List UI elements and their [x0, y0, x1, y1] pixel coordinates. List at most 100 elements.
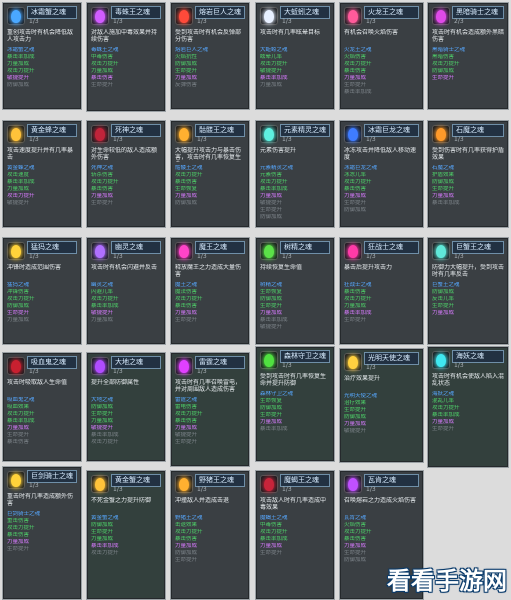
- soul-description: 攻击时有机会闪避并反击: [91, 264, 158, 271]
- soul-stat-line: 元素精灵之魂: [260, 165, 294, 171]
- soul-card-header: 巨蟹王之魂 1/3: [430, 240, 506, 264]
- soul-stat-line: 暴击伤害: [175, 303, 198, 309]
- soul-card[interactable]: 骷髅王之魂1/3大幅提升攻击力与暴击伤害，攻击时有几率恢复生命骷髅王之魂攻击力提…: [170, 120, 250, 228]
- soul-card[interactable]: 火龙王之魂 1/3 有机会召唤火焰伤害 火龙王之魂 火焰伤害 攻击力提升 暴击伤害 力量加成生…: [339, 2, 424, 110]
- flame-glyph: [179, 478, 189, 491]
- soul-stat-line: 力量加成: [175, 425, 198, 431]
- soul-stat-line: 生命提升: [260, 550, 283, 556]
- soul-stat-line: 力量加成: [432, 419, 455, 425]
- soul-stat-line: 暴击伤害: [91, 186, 114, 192]
- soul-stat-line: 力量加成: [175, 543, 198, 549]
- soul-card[interactable]: 树精之魂 1/3 持续恢复生命值 树精之魂 生命恢复 防御加成 生命提升 力量加成 暴击率加成敏…: [255, 237, 335, 345]
- soul-stat-line: 力量加成: [260, 419, 283, 425]
- soul-stat-line: 防御加成: [7, 82, 30, 88]
- soul-stat-line: 暴击率加成: [432, 412, 460, 418]
- soul-card[interactable]: 森林守卫之魂 1/3 受到攻击时有几率恢复生命并提升防御 森林守卫之魂 生命恢复 防御加成…: [255, 346, 335, 462]
- soul-card[interactable]: 石魔之魂 1/3 受到伤害时有几率获得护盾效果 石魔之魂 护盾效果 防御加成 生命提升 力量加…: [427, 120, 509, 228]
- soul-card[interactable]: 大地之魂 1/3 提升全部防御属性 大地之魂 防御加成 生命提升 力量加成 敏捷提升 暴击率加成…: [86, 352, 166, 462]
- soul-stat-line: 暴击率加成: [344, 310, 372, 316]
- soul-card[interactable]: 元素精灵之魂 1/3 元素伤害提升 元素精灵之魂 元素伤害 攻击力提升 暴击率加成 力量加成敏…: [255, 120, 335, 228]
- soul-stat-line: 力量加成: [175, 75, 198, 81]
- soul-card[interactable]: 幽灵之魂 1/3 攻击时有机会闪避并反击 幽灵之魂 闪避几率 攻击力提升 暴击率加成 敏捷提升…: [86, 237, 166, 345]
- soul-card[interactable]: 巨剑骑士之魂 1/3 重击时有几率造成额外伤害 巨剑骑士之魂 重击伤害 攻击力提升 暴击伤害…: [2, 466, 82, 600]
- soul-card[interactable]: 野猪王之魂 1/3 冲撞敌人并造成击退 野猪王之魂 击退效果 攻击力提升 暴击伤害 力量加成防…: [170, 470, 250, 600]
- soul-card[interactable]: 大蚯蚓之魂 1/3 攻击时有几率眩晕目标 大蚯蚓之魂 眩晕几率 攻击力提升 敏捷提升 暴击率加…: [255, 2, 335, 110]
- soul-level: 1/3: [113, 18, 123, 25]
- soul-stat-line: 光明天使之魂: [344, 393, 378, 399]
- soul-stat-line: 火焰抗性: [175, 54, 198, 60]
- soul-card[interactable]: 雷霆之魂 1/3 攻击时有几率召唤雷电，并对周围敌人造成伤害 雷霆之魂 雷电伤害 攻击力提…: [170, 352, 250, 467]
- soul-card[interactable]: 狂战士之魂 1/3 暴击后提升攻击力 狂战士之魂 暴击伤害 攻击力提升 力量加成 暴击率加成生…: [339, 237, 424, 345]
- soul-stat-line: 野猪王之魂: [175, 515, 203, 521]
- soul-stat-list: 骷髅王之魂 攻击力提升 暴击伤害 生命恢复 力量加成 防御加成: [175, 165, 245, 207]
- soul-stat-line: 火焰伤害: [344, 54, 367, 60]
- soul-stat-list: 幽灵之魂 闪避几率 攻击力提升 暴击率加成 敏捷提升 力量加成: [91, 282, 161, 324]
- soul-description: 大幅提升攻击力与暴击伤害，攻击时有几率恢复生命: [175, 147, 242, 162]
- soul-stat-line: 暴击率加成: [344, 89, 372, 95]
- soul-card[interactable]: 巨蟹王之魂 1/3 防御力大幅提升，受到攻击时有几率反击 巨蟹王之魂 防御加成 反击几率生…: [427, 237, 509, 345]
- soul-card[interactable]: 魔蝎王之魂 1/3 攻击敌人时有几率造成中毒效果 魔蝎王之魂 中毒伤害 攻击力提升 暴击率加…: [255, 470, 335, 600]
- soul-card-header: 毒蛛王之魂 1/3: [89, 5, 163, 29]
- soul-stat-list: 死神之魂 斩杀伤害 攻击力提升 暴击伤害 力量加成 生命提升: [91, 165, 161, 207]
- soul-card-header: 黄金蟹之魂 1/3: [89, 473, 163, 497]
- flame-glyph: [95, 245, 105, 258]
- soul-card-header: 猛犸之魂 1/3: [5, 240, 79, 264]
- soul-description: 对敌人施加中毒效果并持续伤害: [91, 29, 158, 43]
- soul-card[interactable]: 猛犸之魂 1/3 冲锋时造成范围伤害 猛犸之魂 冲锋伤害 攻击力提升 防御加成 生命提升 力量加…: [2, 237, 82, 345]
- soul-stat-line: 力量加成: [432, 310, 455, 316]
- magenta-flame-icon: [175, 357, 193, 375]
- soul-card[interactable]: 死神之魂 1/3 对生命较低的敌人造成额外伤害 死神之魂 斩杀伤害 攻击力提升 暴击伤害 力量…: [86, 120, 166, 228]
- soul-card[interactable]: 黄金蟹之魂 1/3 不死金蟹之力提升防御 黄金蟹之魂 防御加成 生命提升 力量加成 暴击率加成…: [86, 470, 166, 600]
- soul-stat-line: 暴击率加成: [260, 317, 288, 323]
- soul-stat-line: 攻击力提升: [7, 296, 35, 302]
- magenta-flame-icon: [175, 242, 193, 260]
- flame-glyph: [11, 245, 21, 258]
- soul-card-header: 火龙王之魂 1/3: [342, 5, 421, 29]
- soul-card[interactable]: 黑暗骑士之魂 2/3 攻击时有机会造成额外黑暗伤害 黑暗骑士之魂 黑暗伤害 攻击力提升 防御…: [427, 2, 509, 110]
- soul-card-header: 瓦肯之魂 1/3: [342, 473, 421, 497]
- flame-glyph: [179, 360, 189, 373]
- soul-card-header: 巨剑骑士之魂 1/3: [5, 469, 79, 493]
- soul-stat-line: 力量加成: [91, 317, 114, 323]
- soul-stat-line: 魔蝎王之魂: [260, 515, 288, 521]
- soul-stat-line: 暴击率加成: [7, 179, 35, 185]
- purple-flame-icon: [344, 475, 362, 493]
- soul-stat-list: 毒蛛王之魂 中毒伤害 攻击力提升 力量加成 暴击伤害 生命提升: [91, 47, 161, 89]
- soul-level: 1/3: [113, 486, 123, 493]
- soul-stat-line: 黑暗骑士之魂: [432, 47, 466, 53]
- soul-stat-line: 攻击力提升: [260, 179, 288, 185]
- soul-stat-line: 生命提升: [91, 411, 114, 417]
- soul-card-header: 海妖之魂 1/3: [430, 349, 506, 373]
- soul-card[interactable]: 毒蛛王之魂 1/3 对敌人施加中毒效果并持续伤害毒蛛王之魂 中毒伤害 攻击力提升 力量加成…: [86, 2, 166, 112]
- soul-stat-line: 生命提升: [91, 529, 114, 535]
- soul-card-header: 魔蝎王之魂 1/3: [258, 473, 332, 497]
- soul-stat-line: 攻击力提升: [344, 529, 372, 535]
- soul-card[interactable]: 黄金蜂之魂 1/3 攻击速度提升并有几率暴击 黄金蜂之魂 攻击速度 暴击率加成 力量加成 攻击…: [2, 120, 82, 228]
- soul-stat-line: 力量加成: [91, 536, 114, 542]
- soul-card[interactable]: 吸血鬼之魂 1/3 攻击时吸取敌人生命值 吸血鬼之魂 吸血效果 攻击力提升 暴击率加成 力量加…: [2, 352, 82, 462]
- soul-stat-list: 光明天使之魂 治疗效果 生命提升 防御加成 力量加成 敏捷提升: [344, 393, 419, 435]
- soul-stat-line: 巨蟹王之魂: [432, 282, 460, 288]
- soul-stat-line: 巨剑骑士之魂: [7, 511, 41, 517]
- soul-card-header: 骷髅王之魂 1/3: [173, 123, 247, 147]
- soul-description: 攻击时吸取敌人生命值: [7, 379, 68, 386]
- soul-stat-line: 暴击率加成: [7, 54, 35, 60]
- soul-stat-line: 攻击力提升: [175, 529, 203, 535]
- soul-card[interactable]: 冰霜蟹之魂 1/3 重创攻击时有机会降低敌人攻击力 冰霜蟹之魂 暴击率加成 力量加成 攻击力…: [2, 2, 82, 110]
- soul-stat-line: 暴击伤害: [91, 75, 114, 81]
- soul-card[interactable]: 魔王之魂 1/3 释放魔王之力造成大量伤害 魔王之魂 魔法伤害 攻击力提升 暴击伤害 力量加成…: [170, 237, 250, 345]
- soul-card[interactable]: 海妖之魂 1/3 攻击时有机会使敌人陷入混乱状态 海妖之魂 混乱几率 攻击力提升 暴击率加成…: [427, 346, 509, 468]
- soul-stat-list: 吸血鬼之魂 吸血效果 攻击力提升 暴击率加成 力量加成 生命提升 暴击伤害: [7, 397, 77, 446]
- soul-description: 受到攻击时有机会反弹部分伤害: [175, 29, 242, 43]
- soul-stat-line: 攻击力提升: [432, 61, 460, 67]
- soul-card-header: 大蚯蚓之魂 1/3: [258, 5, 332, 29]
- flame-glyph: [95, 128, 105, 141]
- soul-card[interactable]: 冰霜巨龙之魂 1/3 冰冻攻击并降低敌人移动速度 冰霜巨龙之魂 冰冻几率 攻击力提升 暴击伤…: [339, 120, 424, 228]
- soul-level: 1/3: [282, 362, 292, 369]
- flame-glyph: [348, 245, 358, 258]
- soul-stat-line: 攻击力提升: [7, 193, 35, 199]
- gold-flame-icon: [7, 471, 25, 489]
- soul-card[interactable]: 光明天使之魂 1/3 治疗效果提升 光明天使之魂 治疗效果 生命提升 防御加成 力量加成 敏捷提…: [339, 348, 424, 463]
- soul-stat-line: 生命提升: [344, 317, 367, 323]
- soul-card[interactable]: 熔岩巨人之魂 1/3 受到攻击时有机会反弹部分伤害 熔岩巨人之魂 火焰抗性 防御加成 生命提…: [170, 2, 250, 110]
